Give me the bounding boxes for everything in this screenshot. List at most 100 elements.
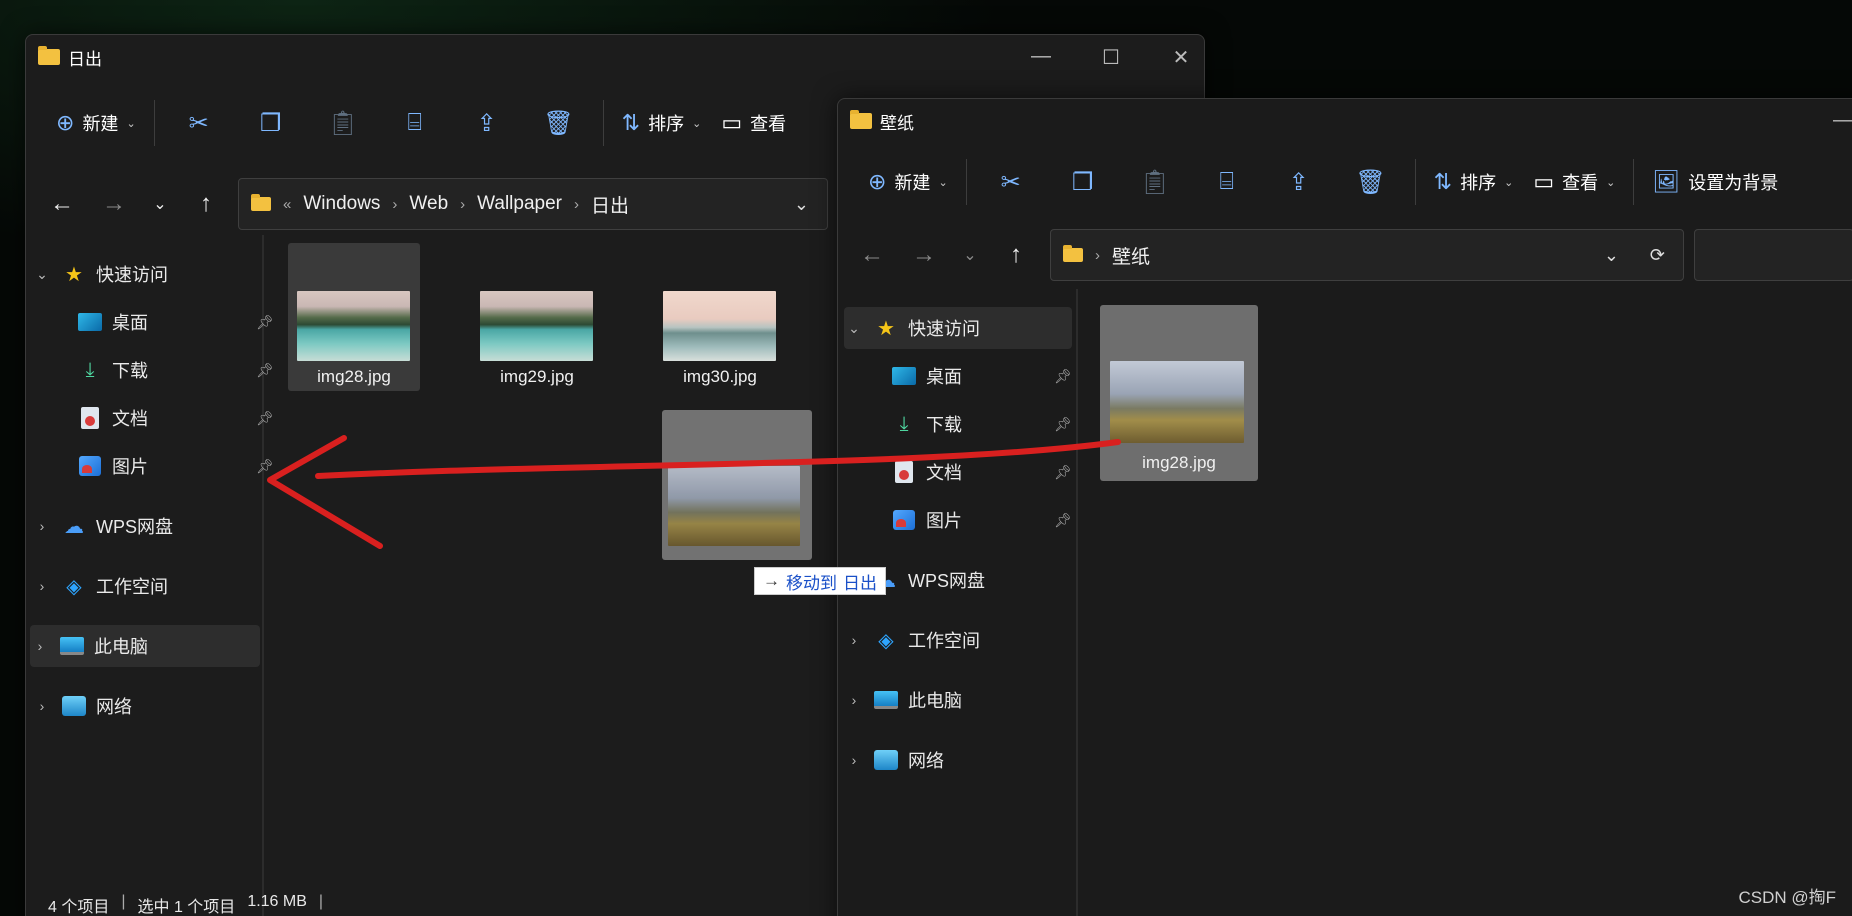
- file-item[interactable]: img29.jpg: [471, 243, 603, 391]
- chevron-right-icon[interactable]: ›: [844, 752, 864, 768]
- cut-button[interactable]: ✂: [975, 157, 1047, 207]
- view-button[interactable]: ▭ 查看: [711, 98, 796, 148]
- sidebar-item-wps-drive[interactable]: › ☁ WPS网盘: [32, 505, 262, 547]
- sidebar-item-quick-access[interactable]: ⌄ ★ 快速访问: [844, 307, 1072, 349]
- cut-button[interactable]: ✂: [163, 98, 235, 148]
- delete-button[interactable]: 🗑︎: [523, 98, 595, 148]
- sort-button[interactable]: ⇅ 排序 ⌄: [612, 98, 712, 148]
- minimize-button[interactable]: —: [1828, 109, 1852, 132]
- address-dropdown-button[interactable]: ⌄: [1604, 245, 1619, 266]
- share-icon: ⇪: [476, 109, 497, 137]
- scissors-icon: ✂: [188, 109, 209, 137]
- sidebar-item-workspace[interactable]: › ◈ 工作空间: [844, 619, 1074, 661]
- refresh-button[interactable]: ⟳: [1650, 245, 1665, 266]
- breadcrumb-item[interactable]: 日出: [591, 191, 629, 218]
- breadcrumb-item[interactable]: Windows: [303, 193, 380, 215]
- breadcrumb-item[interactable]: 壁纸: [1112, 242, 1150, 269]
- navigation-pane: ⌄★快速访问 桌面📌︎ ⤓下载📌︎ 文档📌︎ 图片📌︎ ›☁WPS网盘 ›◈工作…: [838, 289, 1078, 916]
- sidebar-item-downloads[interactable]: ⤓ 下载 📌︎: [892, 403, 1076, 445]
- sidebar-item-quick-access[interactable]: ⌄ ★ 快速访问: [32, 253, 262, 295]
- download-icon: ⤓: [899, 412, 909, 435]
- file-item[interactable]: img30.jpg: [654, 243, 786, 391]
- pictures-icon: [893, 510, 915, 530]
- file-item[interactable]: img28.jpg: [1100, 305, 1258, 481]
- drag-preview: [662, 410, 812, 560]
- back-button[interactable]: ←: [36, 190, 88, 218]
- sidebar-item-documents[interactable]: 文档 📌︎: [78, 397, 278, 439]
- copy-button[interactable]: ❐: [1047, 157, 1119, 207]
- pin-icon: 📌︎: [1054, 367, 1072, 384]
- file-item[interactable]: img28.jpg: [288, 243, 420, 391]
- chevron-down-icon[interactable]: ⌄: [32, 266, 52, 283]
- view-button[interactable]: ▭ 查看 ⌄: [1523, 157, 1625, 207]
- address-bar[interactable]: › 壁纸 ⌄ ⟳: [1050, 229, 1684, 281]
- chevron-right-icon[interactable]: ›: [32, 518, 52, 534]
- chevron-right-icon[interactable]: ›: [32, 578, 52, 594]
- back-button[interactable]: ←: [846, 241, 898, 269]
- breadcrumb-overflow[interactable]: «: [283, 196, 291, 213]
- title-bar[interactable]: 壁纸: [838, 99, 1852, 143]
- address-bar[interactable]: « Windows › Web › Wallpaper › 日出 ⌄: [238, 178, 828, 230]
- new-button[interactable]: ⊕ 新建 ⌄: [46, 98, 146, 148]
- chevron-right-icon[interactable]: ›: [32, 698, 52, 714]
- navigation-row: ← → ⌄ ↑ › 壁纸 ⌄ ⟳: [838, 221, 1852, 289]
- sort-button[interactable]: ⇅ 排序 ⌄: [1424, 157, 1524, 207]
- trash-icon: 🗑︎: [1355, 168, 1386, 196]
- close-button[interactable]: ✕: [1166, 45, 1196, 70]
- sidebar-item-label: 此电脑: [94, 637, 148, 657]
- rename-icon: ⌸: [1219, 168, 1234, 195]
- chevron-right-icon: ›: [1095, 246, 1100, 264]
- file-name: img29.jpg: [500, 367, 574, 386]
- drag-tooltip: → 移动到 日出: [754, 567, 886, 595]
- new-button[interactable]: ⊕ 新建 ⌄: [858, 157, 958, 207]
- chevron-down-icon[interactable]: ⌄: [844, 320, 864, 337]
- share-button[interactable]: ⇪: [451, 98, 523, 148]
- sidebar-item-label: 文档: [112, 409, 148, 429]
- file-name: img30.jpg: [683, 367, 757, 386]
- chevron-down-icon: ⌄: [692, 117, 702, 130]
- forward-button[interactable]: →: [898, 241, 950, 269]
- delete-button[interactable]: 🗑︎: [1335, 157, 1407, 207]
- sidebar-item-desktop[interactable]: 桌面 📌︎: [78, 301, 278, 343]
- sidebar-item-workspace[interactable]: › ◈ 工作空间: [32, 565, 262, 607]
- sidebar-item-downloads[interactable]: ⤓ 下载 📌︎: [78, 349, 278, 391]
- up-button[interactable]: ↑: [180, 190, 232, 218]
- sidebar-item-desktop[interactable]: 桌面 📌︎: [892, 355, 1076, 397]
- rename-button[interactable]: ⌸: [1191, 157, 1263, 207]
- up-button[interactable]: ↑: [990, 241, 1042, 269]
- sidebar-item-this-pc[interactable]: › 此电脑: [30, 625, 260, 667]
- breadcrumb-item[interactable]: Web: [409, 193, 448, 215]
- forward-button[interactable]: →: [88, 190, 140, 218]
- network-icon: [874, 750, 898, 770]
- chevron-down-icon: ⌄: [1606, 176, 1616, 189]
- sidebar-item-pictures[interactable]: 图片 📌︎: [892, 499, 1076, 541]
- sidebar-item-network[interactable]: › 网络: [844, 739, 1074, 781]
- network-icon: [62, 696, 86, 716]
- plus-circle-icon: ⊕: [868, 169, 887, 194]
- search-input[interactable]: [1694, 229, 1852, 281]
- chevron-down-icon: ⌄: [938, 176, 948, 189]
- maximize-button[interactable]: ☐: [1096, 45, 1126, 70]
- sidebar-item-documents[interactable]: 文档 📌︎: [892, 451, 1076, 493]
- rename-button[interactable]: ⌸: [379, 98, 451, 148]
- address-dropdown-button[interactable]: ⌄: [794, 194, 809, 215]
- set-as-background-button[interactable]: 🖼︎ 设置为背景: [1642, 157, 1788, 207]
- share-button[interactable]: ⇪: [1263, 157, 1335, 207]
- recent-locations-button[interactable]: ⌄: [950, 245, 990, 265]
- copy-button[interactable]: ❐: [235, 98, 307, 148]
- sidebar-item-this-pc[interactable]: › 此电脑: [844, 679, 1074, 721]
- recent-locations-button[interactable]: ⌄: [140, 194, 180, 214]
- minimize-button[interactable]: —: [1026, 45, 1056, 68]
- sidebar-item-network[interactable]: › 网络: [32, 685, 262, 727]
- sidebar-item-label: WPS网盘: [96, 517, 174, 537]
- paste-button[interactable]: 📋︎: [307, 98, 379, 148]
- chevron-right-icon[interactable]: ›: [844, 632, 864, 648]
- pin-icon: 📌︎: [1054, 415, 1072, 432]
- desktop-icon: [892, 367, 916, 385]
- selected-size: 1.16 MB: [247, 893, 307, 910]
- chevron-right-icon[interactable]: ›: [30, 638, 50, 654]
- paste-button[interactable]: 📋︎: [1119, 157, 1191, 207]
- chevron-right-icon[interactable]: ›: [844, 692, 864, 708]
- breadcrumb-item[interactable]: Wallpaper: [477, 193, 562, 215]
- sidebar-item-pictures[interactable]: 图片 📌︎: [78, 445, 278, 487]
